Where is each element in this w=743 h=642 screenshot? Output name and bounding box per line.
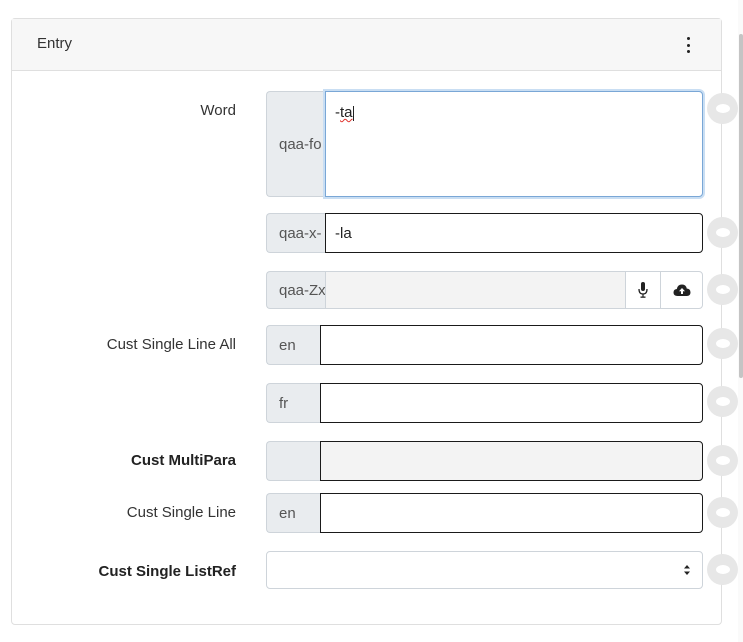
microphone-icon xyxy=(638,282,648,298)
cust-single-line-en-input[interactable] xyxy=(320,493,703,533)
word-qaa-x-value: -la xyxy=(335,224,352,242)
cust-single-line-all-fr-input[interactable] xyxy=(320,383,703,423)
ws-code: fr xyxy=(279,394,289,412)
comment-bubble-icon xyxy=(715,228,730,237)
ws-code: qaa-x- xyxy=(279,224,322,242)
comment-button[interactable] xyxy=(707,497,738,528)
ws-tag-en: en xyxy=(266,493,321,533)
cust-multipara-label: Cust MultiPara xyxy=(130,452,236,469)
ws-code: en xyxy=(279,336,296,354)
comment-button[interactable] xyxy=(707,328,738,359)
word-qaa-zx-audio-field xyxy=(325,271,626,309)
comment-button[interactable] xyxy=(707,554,738,585)
upload-audio-button[interactable] xyxy=(660,271,703,309)
ws-tag-fr: fr xyxy=(266,383,321,423)
cust-single-line-all-label: Cust Single Line All xyxy=(106,336,236,353)
record-audio-button[interactable] xyxy=(625,271,661,309)
ws-tag-qaa-fo: qaa-fo xyxy=(266,91,326,197)
comment-bubble-icon xyxy=(715,508,730,517)
kebab-menu-icon[interactable] xyxy=(681,37,695,53)
comment-bubble-icon xyxy=(715,104,730,113)
comment-button[interactable] xyxy=(707,274,738,305)
ws-tag-empty xyxy=(266,441,321,481)
cust-single-listref-label: Cust Single ListRef xyxy=(98,563,236,580)
scrollbar-thumb[interactable] xyxy=(739,34,743,378)
ws-code: qaa-fo xyxy=(279,135,322,153)
card-header: Entry xyxy=(12,19,721,71)
cloud-upload-icon xyxy=(673,284,690,296)
ws-code: en xyxy=(279,504,296,522)
comment-button[interactable] xyxy=(707,217,738,248)
word-qaa-x-input[interactable]: -la xyxy=(325,213,703,253)
comment-button[interactable] xyxy=(707,445,738,476)
comment-button[interactable] xyxy=(707,93,738,124)
cust-single-line-label: Cust Single Line xyxy=(126,504,236,521)
cust-single-line-all-en-input[interactable] xyxy=(320,325,703,365)
comment-bubble-icon xyxy=(715,397,730,406)
cust-multipara-input[interactable] xyxy=(320,441,703,481)
select-arrows-icon xyxy=(684,565,690,575)
comment-bubble-icon xyxy=(715,565,730,574)
ws-tag-qaa-x: qaa-x- xyxy=(266,213,326,253)
comment-bubble-icon xyxy=(715,456,730,465)
comment-bubble-icon xyxy=(715,285,730,294)
word-label: Word xyxy=(200,102,236,119)
comment-bubble-icon xyxy=(715,339,730,348)
comment-button[interactable] xyxy=(707,386,738,417)
card-title: Entry xyxy=(37,35,73,52)
ws-tag-qaa-zx: qaa-Zx xyxy=(266,271,326,309)
ws-tag-en: en xyxy=(266,325,321,365)
ws-code: qaa-Zx xyxy=(279,281,326,299)
word-qaa-fo-textarea[interactable]: -ta xyxy=(325,91,703,197)
cust-single-listref-select[interactable] xyxy=(266,551,703,589)
word-qaa-fo-value: -ta xyxy=(335,104,354,121)
